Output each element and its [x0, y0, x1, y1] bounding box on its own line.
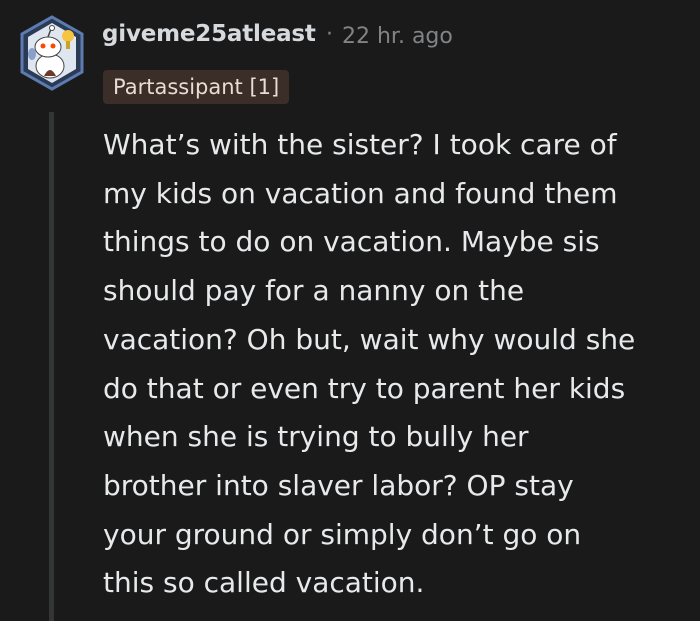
comment-body-line: this so called vacation. — [103, 566, 425, 600]
comment-body-line: What’s with the sister? I took care of — [103, 128, 617, 161]
comment-body-line: should pay for a nanny on the — [103, 274, 525, 308]
user-flair: Partassipant [1] — [103, 70, 290, 104]
meta-separator: · — [326, 22, 333, 47]
snoo-avatar-icon — [20, 15, 84, 91]
comment-body-line: your ground or simply don’t go on — [103, 517, 582, 551]
comment: giveme25atleast · 22 hr. ago Partassipan… — [0, 0, 700, 621]
comment-body: What’s with the sister? I took care of m… — [103, 121, 693, 608]
comment-body-line: brother into slaver labor? OP stay — [103, 468, 574, 502]
comment-timestamp[interactable]: 22 hr. ago — [342, 24, 453, 49]
comment-body-line: do that or even try to parent her kids — [103, 371, 626, 405]
comment-body-line: vacation? Oh but, wait why would she — [103, 322, 636, 356]
comment-body-line: things to do on vacation. Maybe sis — [103, 225, 600, 259]
comment-body-line: my kids on vacation and found them — [103, 176, 618, 210]
user-avatar[interactable] — [18, 14, 86, 92]
username-link[interactable]: giveme25atleast — [102, 21, 316, 47]
comment-body-line: when she is trying to bully her — [103, 420, 529, 454]
thread-line[interactable] — [49, 112, 54, 621]
